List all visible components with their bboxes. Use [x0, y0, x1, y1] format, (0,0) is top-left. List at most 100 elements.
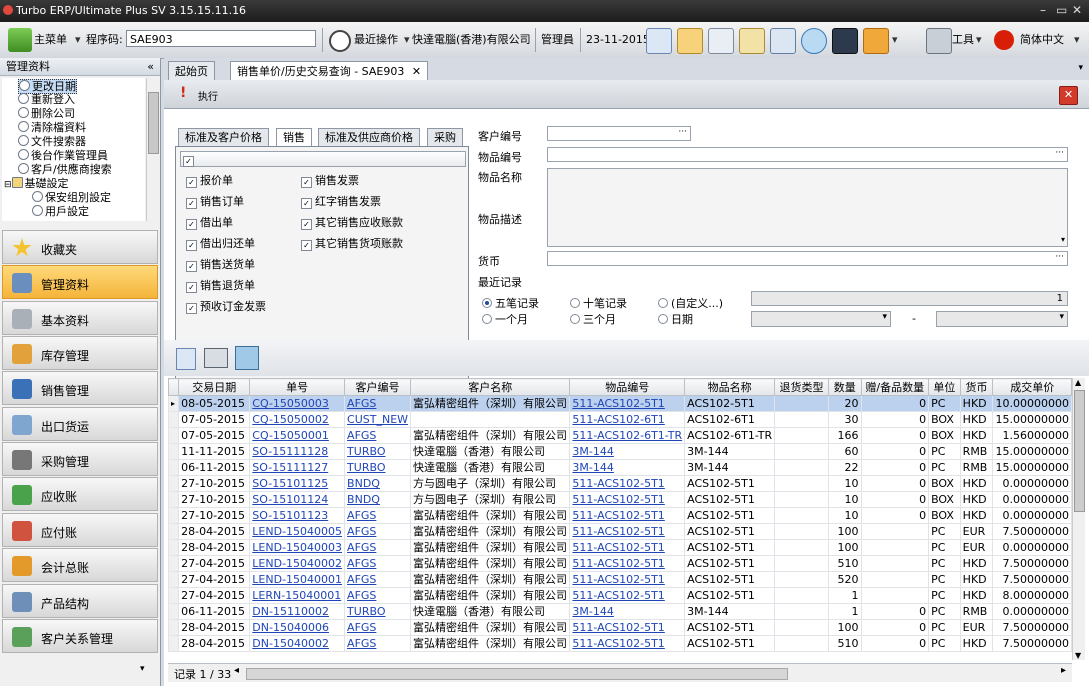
- cell-customer-no[interactable]: BNDQ: [344, 491, 412, 508]
- check-deposit-invoice[interactable]: ✓ 预收订金发票: [186, 298, 266, 314]
- date-from-input[interactable]: ▾: [751, 311, 891, 327]
- tab-standard-customer-price[interactable]: 标准及客户价格: [178, 128, 269, 148]
- cell-item-no[interactable]: 511-ACS102-5T1: [569, 475, 686, 492]
- close-form-icon[interactable]: ✕: [1059, 86, 1078, 105]
- cell-item-no[interactable]: 3M-144: [569, 459, 686, 476]
- tree-item[interactable]: 重新登入: [18, 93, 75, 106]
- cell-customer-no[interactable]: TURBO: [344, 603, 412, 620]
- cell-item-no[interactable]: 511-ACS102-5T1: [569, 635, 686, 652]
- radio-custom[interactable]: (自定义...): [658, 295, 723, 311]
- cell-doc-no[interactable]: SO-15111127: [249, 459, 346, 476]
- scroll-down-icon[interactable]: ▼: [1075, 651, 1081, 660]
- tree-scroll-thumb[interactable]: [148, 92, 159, 154]
- nav-inventory[interactable]: 库存管理: [2, 336, 158, 370]
- table-row[interactable]: 28-04-2015 DN-15040002 AFGS 富弘精密组件（深圳）有限公司 5…: [168, 635, 1072, 652]
- table-row[interactable]: 07-05-2015 CQ-15050001 AFGS 富弘精密组件（深圳）有限公司 5…: [168, 427, 1072, 444]
- nav-sales[interactable]: 销售管理: [2, 371, 158, 405]
- cell-item-no[interactable]: 511-ACS102-5T1: [569, 523, 686, 540]
- table-row[interactable]: 27-10-2015 SO-15101125 BNDQ 方与圆电子（深圳）有限公司 51…: [168, 475, 1072, 492]
- scroll-left-icon[interactable]: ◂: [234, 665, 239, 676]
- tab-close-icon[interactable]: ✕: [412, 65, 421, 78]
- grid-vscrollbar[interactable]: ▲ ▼: [1072, 378, 1085, 660]
- cell-doc-no[interactable]: SO-15101124: [249, 491, 346, 508]
- tree-item[interactable]: 用戶設定: [32, 205, 89, 218]
- tree-item[interactable]: 文件搜索器: [18, 135, 86, 148]
- cell-customer-no[interactable]: AFGS: [344, 619, 412, 636]
- language-button[interactable]: 简体中文: [1020, 28, 1064, 52]
- table-row[interactable]: 06-11-2015 DN-15110002 TURBO 快達電腦（香港）有限公司 3M…: [168, 603, 1072, 620]
- tree-item[interactable]: 更改日期: [18, 79, 77, 94]
- table-row[interactable]: 06-11-2015 SO-15111127 TURBO 快達電腦（香港）有限公司 3M…: [168, 459, 1072, 476]
- radio-ten-records[interactable]: 十笔记录: [570, 295, 627, 311]
- preview-icon[interactable]: [770, 28, 796, 54]
- list-icon[interactable]: [708, 28, 734, 54]
- check-quotation[interactable]: ✓ 报价单: [186, 172, 233, 188]
- tree-scrollbar[interactable]: [146, 78, 159, 221]
- radio-five-records[interactable]: 五笔记录: [482, 295, 539, 311]
- cell-customer-no[interactable]: TURBO: [344, 459, 412, 476]
- maximize-icon[interactable]: ▭: [1056, 3, 1067, 17]
- clock-icon[interactable]: [329, 30, 351, 52]
- date-to-input[interactable]: ▾: [936, 311, 1068, 327]
- radio-three-months[interactable]: 三个月: [570, 311, 616, 327]
- cell-doc-no[interactable]: CQ-15050003: [249, 395, 346, 412]
- check-lend-return[interactable]: ✓ 借出归还单: [186, 235, 255, 251]
- grid-vscroll-thumb[interactable]: [1074, 390, 1085, 512]
- cell-customer-no[interactable]: AFGS: [344, 555, 412, 572]
- tools-chevron-icon[interactable]: ▾: [976, 28, 982, 52]
- cell-doc-no[interactable]: LEND-15040002: [249, 555, 346, 572]
- cell-doc-no[interactable]: LERN-15040001: [249, 587, 346, 604]
- cell-customer-no[interactable]: CUST_NEW: [344, 411, 412, 428]
- table-row[interactable]: 27-04-2015 LERN-15040001 AFGS 富弘精密组件（深圳）有限公…: [168, 587, 1072, 604]
- row-indicator[interactable]: [168, 619, 180, 636]
- tree-item[interactable]: 保安组別設定: [32, 191, 111, 204]
- chart-icon[interactable]: [863, 28, 889, 54]
- close-icon[interactable]: ✕: [1072, 3, 1082, 17]
- scroll-up-icon[interactable]: ▲: [1075, 378, 1081, 387]
- cell-doc-no[interactable]: LEND-15040005: [249, 523, 346, 540]
- home-icon[interactable]: [677, 28, 703, 54]
- col-header-customer-no[interactable]: 客户编号: [344, 378, 412, 396]
- cell-doc-no[interactable]: DN-15040006: [249, 619, 346, 636]
- collapse-panel-icon[interactable]: «: [147, 58, 154, 76]
- cell-doc-no[interactable]: CQ-15050002: [249, 411, 346, 428]
- row-indicator[interactable]: [168, 459, 180, 476]
- cell-customer-no[interactable]: AFGS: [344, 523, 412, 540]
- nav-product-structure[interactable]: 产品结构: [2, 584, 158, 618]
- row-indicator[interactable]: [168, 539, 180, 556]
- cell-item-no[interactable]: 3M-144: [569, 443, 686, 460]
- currency-input[interactable]: ···: [547, 251, 1068, 266]
- row-indicator[interactable]: [168, 603, 180, 620]
- col-header-currency[interactable]: 货币: [959, 378, 994, 396]
- tree-item[interactable]: 客戶/供應商搜索: [18, 163, 112, 176]
- col-header-item-no[interactable]: 物品编号: [569, 378, 686, 396]
- table-row[interactable]: 11-11-2015 SO-15111128 TURBO 快達電腦（香港）有限公司 3M…: [168, 443, 1072, 460]
- minimize-icon[interactable]: –: [1040, 3, 1046, 17]
- grid-hscroll-thumb[interactable]: [246, 668, 788, 680]
- row-indicator[interactable]: [168, 635, 180, 652]
- nav-payable[interactable]: 应付账: [2, 513, 158, 547]
- main-menu-icon[interactable]: [8, 28, 32, 52]
- cell-item-no[interactable]: 511-ACS102-5T1: [569, 395, 686, 412]
- cell-item-no[interactable]: 511-ACS102-5T1: [569, 539, 686, 556]
- check-lend[interactable]: ✓ 借出单: [186, 214, 233, 230]
- row-indicator[interactable]: [168, 555, 180, 572]
- table-row[interactable]: 27-10-2015 SO-15101123 AFGS 富弘精密组件（深圳）有限公司 5…: [168, 507, 1072, 524]
- check-sales-order[interactable]: ✓ 销售订单: [186, 193, 244, 209]
- select-all-checkbox[interactable]: ✓: [183, 156, 194, 167]
- cell-doc-no[interactable]: LEND-15040003: [249, 539, 346, 556]
- col-header-item-name[interactable]: 物品名称: [684, 378, 776, 396]
- tree-icon[interactable]: [739, 28, 765, 54]
- item-desc-box[interactable]: ▾: [547, 168, 1068, 247]
- print-icon[interactable]: [204, 348, 228, 368]
- main-menu-chevron-icon[interactable]: ▾: [75, 28, 81, 52]
- cell-customer-no[interactable]: AFGS: [344, 587, 412, 604]
- table-row[interactable]: ▸ 08-05-2015 CQ-15050003 AFGS 富弘精密组件（深圳）有限公司…: [168, 395, 1072, 412]
- table-row[interactable]: 28-04-2015 LEND-15040005 AFGS 富弘精密组件（深圳）有限公…: [168, 523, 1072, 540]
- tab-home[interactable]: 起始页: [168, 61, 215, 80]
- col-header-quantity[interactable]: 数量: [827, 378, 862, 396]
- row-indicator[interactable]: [168, 475, 180, 492]
- tree-item[interactable]: 删除公司: [18, 107, 75, 120]
- cell-doc-no[interactable]: DN-15040002: [249, 635, 346, 652]
- exclamation-icon[interactable]: !: [180, 85, 186, 101]
